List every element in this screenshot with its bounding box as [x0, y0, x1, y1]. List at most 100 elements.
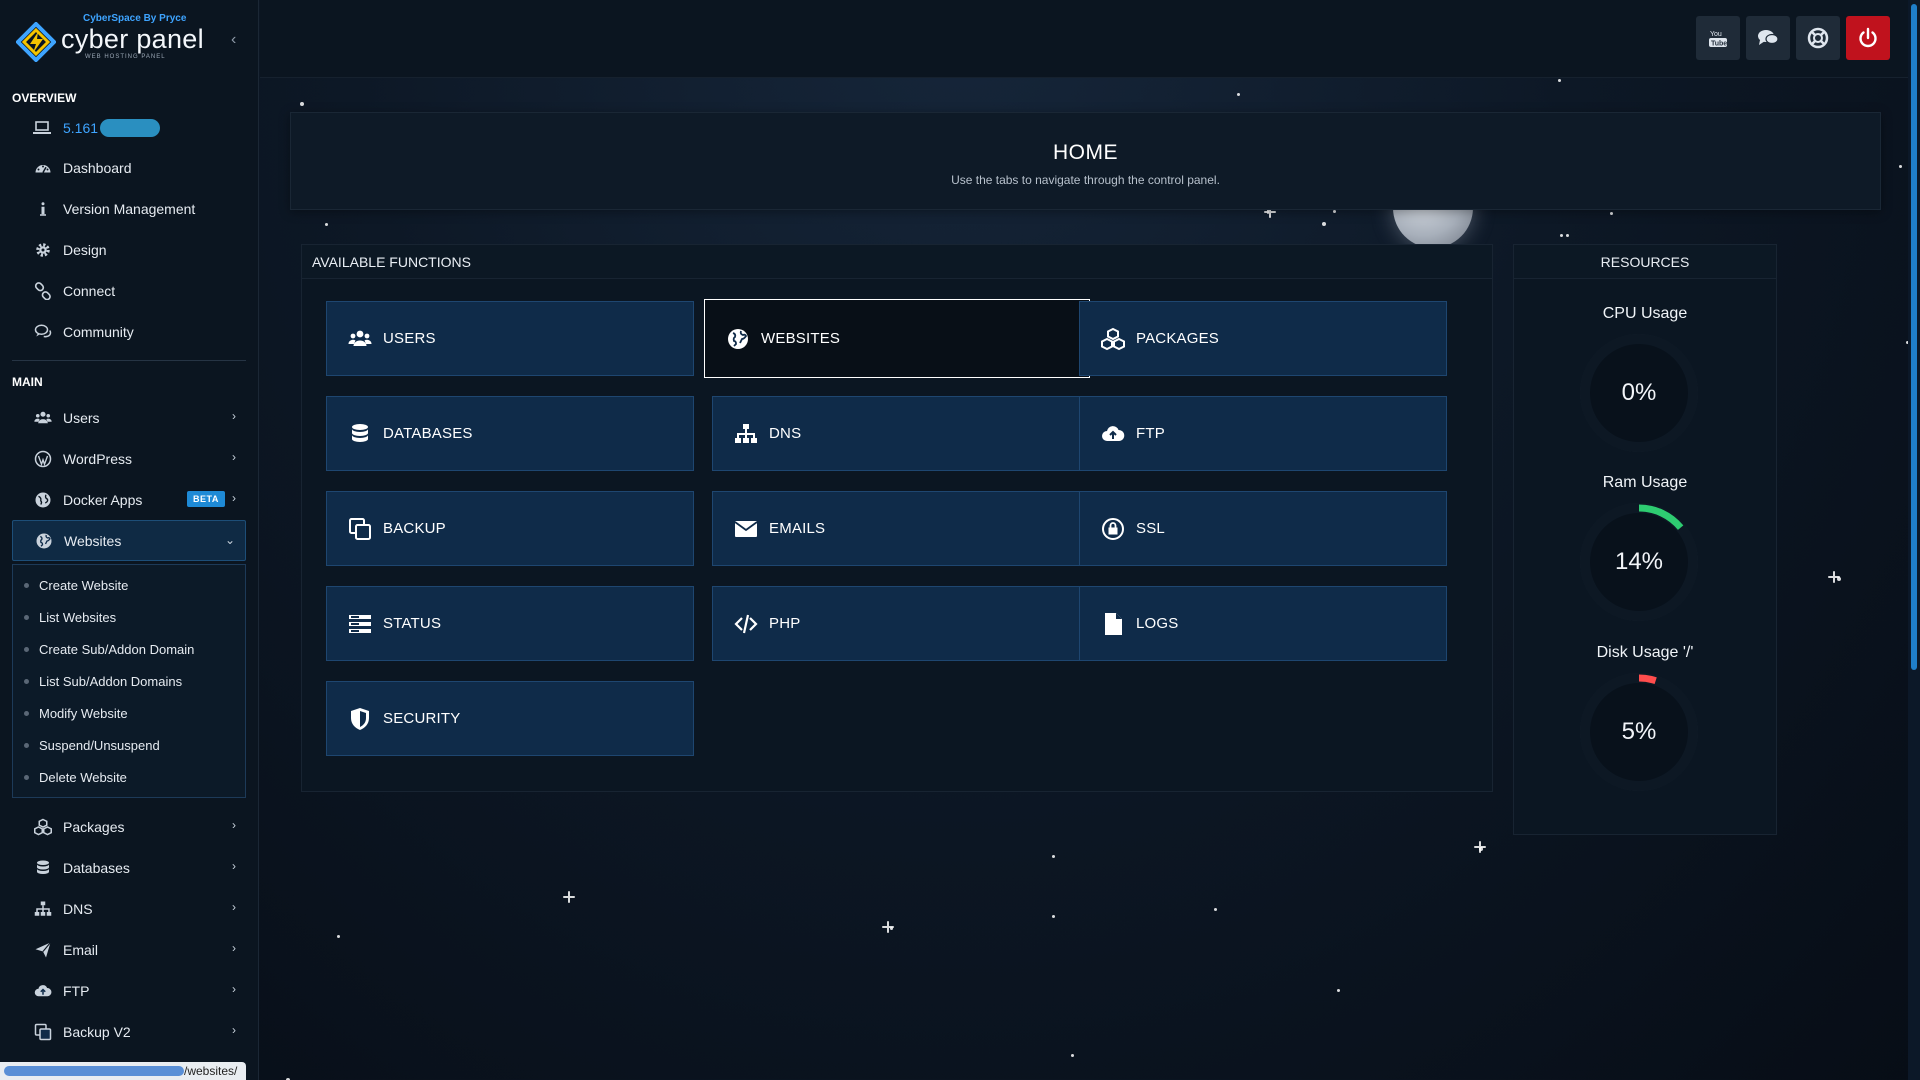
svg-text:Tube: Tube	[1711, 41, 1727, 48]
version-number: 5.161	[63, 120, 99, 136]
chat-button[interactable]	[1746, 16, 1790, 60]
function-tile-label: WEBSITES	[761, 330, 841, 347]
star-decoration	[1322, 222, 1326, 226]
usage-gauge: 14%	[1579, 502, 1699, 622]
lock-icon	[1100, 516, 1126, 542]
submenu-item-modify-website[interactable]: Modify Website	[13, 697, 245, 729]
function-tile-label: PACKAGES	[1136, 330, 1220, 347]
gauge-value: 5%	[1621, 718, 1657, 745]
collapse-sidebar-icon[interactable]: ‹	[231, 31, 236, 49]
submenu-item-create-website[interactable]: Create Website	[13, 569, 245, 601]
function-tile-label: FTP	[1136, 425, 1165, 442]
link-icon	[33, 281, 53, 301]
youtube-icon: You Tube	[1708, 28, 1728, 48]
submenu-item-list-websites[interactable]: List Websites	[13, 601, 245, 633]
youtube-button[interactable]: You Tube	[1696, 16, 1740, 60]
home-header-card: HOME Use the tabs to navigate through th…	[290, 112, 1881, 210]
function-tile-label: USERS	[383, 330, 436, 347]
submenu-item-list-sub-addon-domains[interactable]: List Sub/Addon Domains	[13, 665, 245, 697]
server-icon	[347, 611, 373, 637]
function-tile-ssl[interactable]: SSL	[1079, 491, 1447, 566]
sidebar-divider	[12, 360, 246, 361]
function-tile-label: PHP	[769, 615, 801, 632]
docker-icon	[33, 490, 53, 510]
sidebar-item-email[interactable]: Email ›	[0, 929, 258, 970]
submenu-item-delete-website[interactable]: Delete Website	[13, 761, 245, 793]
chevron-right-icon: ›	[232, 859, 236, 873]
function-tile-databases[interactable]: DATABASES	[326, 396, 694, 471]
support-button[interactable]	[1796, 16, 1840, 60]
cubes-icon	[1100, 326, 1126, 352]
database-icon	[347, 421, 373, 447]
sidebar-item-label: DNS	[63, 900, 93, 917]
star-decoration	[1214, 908, 1217, 911]
sidebar-item-packages[interactable]: Packages ›	[0, 806, 258, 847]
function-tile-status[interactable]: STATUS	[326, 586, 694, 661]
svg-text:You: You	[1710, 31, 1722, 38]
submenu-item-create-sub-addon-domain[interactable]: Create Sub/Addon Domain	[13, 633, 245, 665]
function-tile-dns[interactable]: DNS	[712, 396, 1082, 471]
sidebar-item-connect[interactable]: Connect	[0, 270, 258, 311]
usage-gauge: 5%	[1579, 672, 1699, 792]
chevron-right-icon: ›	[232, 409, 236, 423]
chevron-down-icon: ⌄	[224, 533, 235, 547]
sidebar-item-wordpress[interactable]: WordPress ›	[0, 438, 258, 479]
sidebar-item-label: Version Management	[63, 200, 196, 217]
function-tile-websites[interactable]: WEBSITES	[704, 299, 1090, 378]
cloud-upload-icon	[33, 981, 53, 1001]
sidebar-item-community[interactable]: Community	[0, 311, 258, 352]
sidebar-item-label: Email	[63, 941, 99, 958]
sidebar-item-version-management[interactable]: Version Management	[0, 188, 258, 229]
status-url-text: /websites/	[184, 1064, 238, 1078]
star-decoration	[1337, 989, 1340, 992]
logout-power-button[interactable]	[1846, 16, 1890, 60]
resources-title: RESOURCES	[1514, 245, 1776, 279]
gauge-label: CPU Usage	[1602, 305, 1688, 322]
chat-icon	[1757, 29, 1779, 47]
star-decoration	[1237, 93, 1240, 96]
sitemap-icon	[33, 899, 53, 919]
cyberpanel-logo-icon[interactable]	[16, 22, 56, 62]
sidebar-item-docker-apps[interactable]: Docker Apps BETA ›	[0, 479, 258, 520]
sidebar-item-dashboard[interactable]: Dashboard	[0, 147, 258, 188]
chevron-right-icon: ›	[232, 1023, 236, 1037]
submenu-item-suspend-unsuspend[interactable]: Suspend/Unsuspend	[13, 729, 245, 761]
sidebar-item-databases[interactable]: Databases ›	[0, 847, 258, 888]
sidebar-item-label: Users	[63, 409, 100, 426]
paper-plane-icon	[33, 940, 53, 960]
function-tile-packages[interactable]: PACKAGES	[1079, 301, 1447, 376]
brand-tagline: WEB HOSTING PANEL	[85, 54, 166, 60]
websites-submenu: Create Website List Websites Create Sub/Ad…	[12, 564, 246, 798]
function-tile-emails[interactable]: EMAILS	[712, 491, 1082, 566]
version-indicator: 5.161	[0, 109, 258, 147]
version-badge	[100, 119, 161, 137]
page-scrollbar[interactable]	[1908, 0, 1920, 1080]
function-tile-label: SECURITY	[383, 710, 461, 727]
function-tile-logs[interactable]: LOGS	[1079, 586, 1447, 661]
sidebar-item-dns[interactable]: DNS ›	[0, 888, 258, 929]
star-decoration	[1610, 212, 1613, 215]
function-tile-ftp[interactable]: FTP	[1079, 396, 1447, 471]
star-decoration	[1899, 165, 1902, 168]
laptop-icon	[33, 121, 53, 135]
sidebar-item-backup-v2[interactable]: Backup V2 ›	[0, 1011, 258, 1052]
star-decoration	[325, 223, 328, 226]
beta-badge: BETA	[187, 491, 225, 507]
function-tile-php[interactable]: PHP	[712, 586, 1082, 661]
star-decoration	[1052, 855, 1055, 858]
sidebar-item-users[interactable]: Users ›	[0, 397, 258, 438]
sidebar-item-websites[interactable]: Websites ⌄	[12, 520, 246, 561]
function-tile-users[interactable]: USERS	[326, 301, 694, 376]
sidebar-item-ftp[interactable]: FTP ›	[0, 970, 258, 1011]
function-tile-security[interactable]: SECURITY	[326, 681, 694, 756]
function-tile-label: BACKUP	[383, 520, 446, 537]
sidebar-item-design[interactable]: Design	[0, 229, 258, 270]
function-tile-label: DNS	[769, 425, 802, 442]
function-tile-label: DATABASES	[383, 425, 473, 442]
globe-icon	[34, 531, 54, 551]
function-tile-backup[interactable]: BACKUP	[326, 491, 694, 566]
scrollbar-thumb[interactable]	[1911, 4, 1917, 670]
power-icon	[1857, 27, 1879, 49]
function-tile-label: EMAILS	[769, 520, 826, 537]
support-icon	[1807, 27, 1829, 49]
